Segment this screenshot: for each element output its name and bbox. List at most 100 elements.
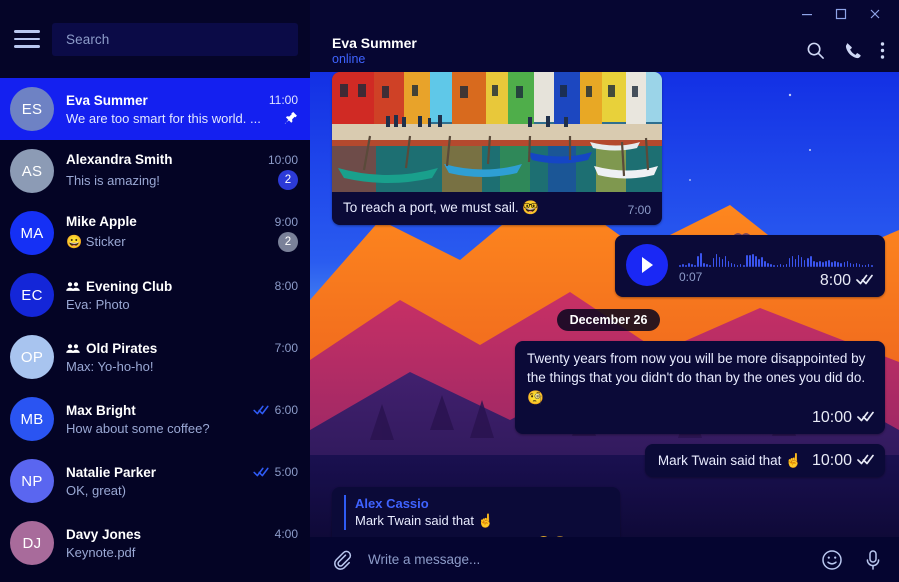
search-icon[interactable] xyxy=(806,41,825,60)
chat-item-preview: How about some coffee? xyxy=(66,420,210,436)
chat-list-item[interactable]: ES Eva Summer 11:00 We are too smart for th… xyxy=(0,78,310,140)
search-input[interactable]: Search xyxy=(52,22,298,56)
chat-list-item[interactable]: MB Max Bright 6:00 How about some coffee? xyxy=(0,388,310,450)
avatar: MA xyxy=(10,211,54,255)
message-meta: 10:00 xyxy=(812,452,874,470)
text-message-bubble[interactable]: Mark Twain said that ☝️ 10:00 xyxy=(644,443,885,477)
message-row-voice: 0:07 8:00 xyxy=(332,235,885,298)
message-text: Mark Twain said that ☝️ xyxy=(657,452,802,468)
message-composer: Write a message... xyxy=(310,537,899,582)
composer-actions xyxy=(821,549,883,571)
chat-actions xyxy=(806,41,885,60)
minimize-button[interactable] xyxy=(791,2,823,26)
chat-item-name: Natalie Parker xyxy=(66,464,157,480)
photo-message-bubble[interactable]: To reach a port, we must sail. 🤓 7:00 xyxy=(332,72,662,226)
message-input[interactable]: Write a message... xyxy=(368,552,805,567)
chat-item-body: Davy Jones 4:00 Keynote.pdf xyxy=(66,527,298,560)
chat-item-top-row: Max Bright 6:00 xyxy=(66,403,298,418)
chat-list-item[interactable]: OP Old Pirates 7:00 Max: Yo-ho-ho! xyxy=(0,326,310,388)
voice-waveform[interactable] xyxy=(679,247,873,267)
quoted-message[interactable]: Alex Cassio Mark Twain said that ☝️ xyxy=(344,494,609,530)
date-divider: December 26 xyxy=(332,309,885,332)
avatar: ES xyxy=(10,87,54,131)
avatar: OP xyxy=(10,335,54,379)
call-icon[interactable] xyxy=(843,41,862,60)
chat-title: Eva Summer xyxy=(332,34,417,51)
text-message-bubble[interactable]: Twenty years from now you will be more d… xyxy=(515,341,885,434)
avatar: DJ xyxy=(10,521,54,565)
microphone-icon[interactable] xyxy=(863,549,883,571)
chat-item-name: Max Bright xyxy=(66,402,136,418)
photo-attachment[interactable] xyxy=(332,72,662,192)
chat-item-top-row: Mike Apple 9:00 xyxy=(66,214,298,229)
message-list[interactable]: To reach a port, we must sail. 🤓 7:00 0:… xyxy=(310,72,899,537)
chat-item-bottom-row: This is amazing! 2 xyxy=(66,170,298,190)
chat-item-bottom-row: Max: Yo-ho-ho! xyxy=(66,359,298,374)
hamburger-menu-icon[interactable] xyxy=(14,26,40,52)
unread-badge: 2 xyxy=(278,232,298,252)
message-row-marktwain: Mark Twain said that ☝️ 10:00 xyxy=(332,443,885,477)
voice-message-bubble[interactable]: 0:07 8:00 xyxy=(615,235,885,298)
attachment-icon[interactable] xyxy=(332,550,352,570)
close-button[interactable] xyxy=(859,2,891,26)
group-icon xyxy=(66,343,80,354)
chat-list-item[interactable]: AS Alexandra Smith 10:00 This is amazing! 2 xyxy=(0,140,310,202)
group-icon xyxy=(66,281,80,292)
chat-item-top-row: Old Pirates 7:00 xyxy=(66,341,298,356)
sidebar: Search ES Eva Summer 11:00 We are too smart… xyxy=(0,0,310,582)
read-ticks-icon xyxy=(856,272,873,290)
chat-item-top-row: Alexandra Smith 10:00 xyxy=(66,152,298,167)
avatar: AS xyxy=(10,149,54,193)
avatar: NP xyxy=(10,459,54,503)
chat-item-preview: Max: Yo-ho-ho! xyxy=(66,358,154,374)
reply-message-bubble[interactable]: Alex Cassio Mark Twain said that ☝️ We a… xyxy=(332,486,620,537)
chat-item-name: Old Pirates xyxy=(86,340,158,356)
chat-item-time: 5:00 xyxy=(274,465,298,479)
date-divider-label: December 26 xyxy=(556,309,661,332)
avatar: MB xyxy=(10,397,54,441)
message-time: 7:00 xyxy=(627,203,651,218)
photo-caption: To reach a port, we must sail. 🤓 xyxy=(343,200,540,215)
chat-item-name: Alexandra Smith xyxy=(66,152,173,167)
chat-item-preview: OK, great) xyxy=(66,482,126,498)
message-row-photo: To reach a port, we must sail. 🤓 7:00 xyxy=(332,72,885,226)
chat-item-preview: Keynote.pdf xyxy=(66,544,136,560)
chat-item-name: Mike Apple xyxy=(66,214,137,229)
message-meta: 10:00 xyxy=(527,409,874,427)
chat-item-preview: Eva: Photo xyxy=(66,296,130,312)
chat-item-preview: This is amazing! xyxy=(66,172,160,188)
message-text: Twenty years from now you will be more d… xyxy=(527,351,866,405)
maximize-button[interactable] xyxy=(825,2,857,26)
chat-item-top-row: Evening Club 8:00 xyxy=(66,279,298,294)
message-time: 10:00 xyxy=(811,451,852,469)
chat-item-time: 6:00 xyxy=(274,403,298,417)
emoji-icon[interactable] xyxy=(821,549,843,571)
chat-pane: Eva Summer online To reach a port, we mu… xyxy=(310,0,899,582)
chat-item-top-row: Natalie Parker 5:00 xyxy=(66,465,298,480)
chat-list[interactable]: ES Eva Summer 11:00 We are too smart for th… xyxy=(0,78,310,582)
chat-header: Eva Summer online xyxy=(310,28,899,72)
unread-badge: 2 xyxy=(278,170,298,190)
chat-peer-info[interactable]: Eva Summer online xyxy=(332,35,794,66)
chat-list-item[interactable]: NP Natalie Parker 5:00 OK, great) xyxy=(0,450,310,512)
chat-item-name: Evening Club xyxy=(86,278,173,294)
quote-text: Mark Twain said that ☝️ xyxy=(355,513,494,529)
play-icon[interactable] xyxy=(626,244,668,287)
pin-icon xyxy=(284,111,298,125)
chat-item-bottom-row: Keynote.pdf xyxy=(66,545,298,560)
more-options-icon[interactable] xyxy=(880,41,885,60)
chat-item-body: Mike Apple 9:00 😀 Sticker 2 xyxy=(66,214,298,252)
chat-item-name: Eva Summer xyxy=(66,92,148,108)
chat-item-body: Eva Summer 11:00 We are too smart for this… xyxy=(66,93,298,126)
read-ticks-icon xyxy=(253,467,269,477)
read-ticks-icon xyxy=(857,409,874,427)
message-meta: 7:00 xyxy=(628,203,651,217)
chat-item-time: 10:00 xyxy=(267,152,298,167)
chat-list-item[interactable]: EC Evening Club 8:00 Eva: Photo xyxy=(0,264,310,326)
chat-list-item[interactable]: DJ Davy Jones 4:00 Keynote.pdf xyxy=(0,512,310,574)
chat-item-time: 9:00 xyxy=(274,214,298,229)
chat-list-item[interactable]: MA Mike Apple 9:00 😀 Sticker 2 xyxy=(0,202,310,264)
chat-item-body: Alexandra Smith 10:00 This is amazing! 2 xyxy=(66,152,298,190)
chat-item-bottom-row: 😀 Sticker 2 xyxy=(66,232,298,252)
chat-item-preview: We are too smart for this world. ... xyxy=(66,110,261,126)
